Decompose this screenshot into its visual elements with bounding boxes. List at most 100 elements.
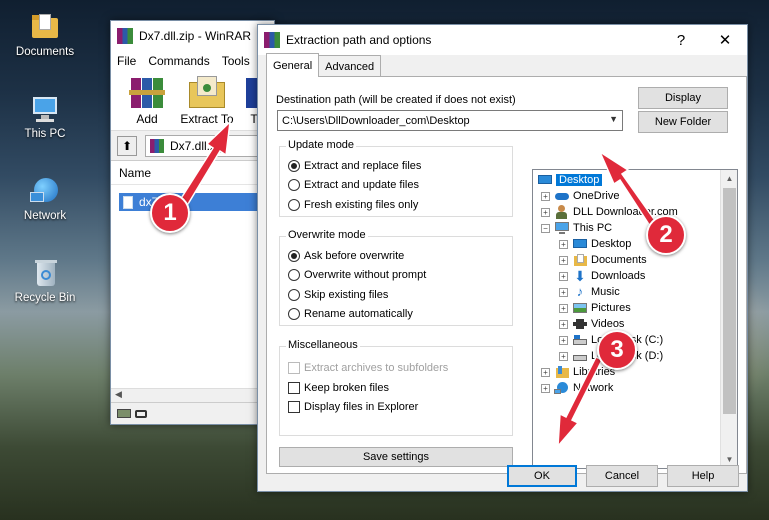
menu-file[interactable]: File xyxy=(117,54,136,68)
tree-item-music[interactable]: + ♪ Music xyxy=(559,284,620,300)
scroll-thumb[interactable] xyxy=(723,188,736,414)
checkbox-display-explorer[interactable]: Display files in Explorer xyxy=(288,399,418,415)
key-icon xyxy=(135,409,147,418)
folder-tree[interactable]: Desktop + OneDrive + DLL Downloader.com … xyxy=(532,169,738,469)
music-note-icon: ♪ xyxy=(576,284,584,299)
dialog-tabs: General Advanced xyxy=(266,53,382,77)
folder-icon xyxy=(30,12,60,42)
desktop-icon-documents[interactable]: Documents xyxy=(6,12,84,58)
help-button[interactable]: Help xyxy=(667,465,739,487)
tree-item-downloads[interactable]: + ⬇ Downloads xyxy=(559,268,645,284)
dialog-titlebar[interactable]: Extraction path and options ? ✕ xyxy=(258,25,747,55)
desktop-icon xyxy=(572,237,588,251)
radio-rename-auto[interactable]: Rename automatically xyxy=(288,306,413,322)
file-icon xyxy=(123,195,133,209)
help-title-button[interactable]: ? xyxy=(659,25,703,55)
chevron-down-icon: ▼ xyxy=(609,114,618,124)
radio-ask-before[interactable]: Ask before overwrite xyxy=(288,248,404,264)
option-label: Extract and replace files xyxy=(304,160,422,172)
tree-item-desktop-root[interactable]: Desktop xyxy=(537,172,603,188)
up-folder-button[interactable]: ⬆ xyxy=(117,135,137,156)
tree-item-libraries[interactable]: + Libraries xyxy=(541,364,615,380)
radio-indicator xyxy=(288,289,300,301)
film-icon xyxy=(572,317,588,331)
update-mode-title: Update mode xyxy=(286,139,357,151)
radio-extract-update[interactable]: Extract and update files xyxy=(288,177,419,193)
hard-drive-icon xyxy=(572,349,588,363)
tree-item-network[interactable]: + Network xyxy=(541,380,613,396)
display-button[interactable]: Display xyxy=(638,87,728,109)
tab-general[interactable]: General xyxy=(266,53,320,77)
extract-to-button[interactable]: Extract To xyxy=(175,74,239,130)
checkbox-keep-broken[interactable]: Keep broken files xyxy=(288,380,389,396)
add-label: Add xyxy=(136,112,158,126)
option-label: Ask before overwrite xyxy=(304,250,405,262)
option-label: Keep broken files xyxy=(304,382,389,394)
tree-item-label: Pictures xyxy=(591,302,631,314)
computer-icon xyxy=(30,94,60,124)
drive-icon xyxy=(117,409,131,418)
horizontal-scrollbar[interactable]: ◀ xyxy=(111,388,274,402)
menu-commands[interactable]: Commands xyxy=(148,54,209,68)
desktop-icon xyxy=(537,173,553,187)
step-badge-3: 3 xyxy=(597,330,637,370)
tree-item-this-pc[interactable]: − This PC xyxy=(541,220,612,236)
tree-item-label: Desktop xyxy=(556,174,603,186)
radio-indicator xyxy=(288,250,300,262)
radio-indicator xyxy=(288,269,300,281)
up-arrow-icon: ⬆ xyxy=(121,138,133,153)
download-arrow-icon: ⬇ xyxy=(574,268,586,284)
desktop-icon-network[interactable]: Network xyxy=(6,176,84,222)
checkbox-extract-subfolders[interactable]: Extract archives to subfolders xyxy=(288,360,448,376)
radio-skip-existing[interactable]: Skip existing files xyxy=(288,287,388,303)
desktop-icon-recycle-bin[interactable]: Recycle Bin xyxy=(6,258,84,304)
extraction-dialog: Extraction path and options ? ✕ General … xyxy=(257,24,748,492)
destination-path-combo[interactable]: C:\Users\DllDownloader_com\Desktop ▼ xyxy=(277,110,623,131)
dialog-title: Extraction path and options xyxy=(286,33,432,47)
ok-button[interactable]: OK xyxy=(507,465,577,487)
network-icon xyxy=(30,176,60,206)
menu-tools[interactable]: Tools xyxy=(222,54,250,68)
column-header-name[interactable]: Name xyxy=(111,161,274,185)
zip-icon xyxy=(150,138,164,153)
close-icon: ✕ xyxy=(718,32,732,49)
radio-overwrite-without[interactable]: Overwrite without prompt xyxy=(288,267,426,283)
radio-extract-replace[interactable]: Extract and replace files xyxy=(288,158,421,174)
expand-icon: + xyxy=(559,351,568,361)
overwrite-mode-title: Overwrite mode xyxy=(286,229,368,241)
scroll-up-icon[interactable]: ▲ xyxy=(721,170,737,187)
radio-indicator xyxy=(288,308,300,320)
tab-advanced[interactable]: Advanced xyxy=(318,55,382,77)
tree-item-label: OneDrive xyxy=(573,190,620,202)
winrar-toolbar: Add Extract To T xyxy=(111,71,274,131)
tree-vertical-scrollbar[interactable]: ▲ ▼ xyxy=(720,170,737,468)
expand-icon: + xyxy=(541,367,550,377)
radio-indicator xyxy=(288,179,300,191)
libraries-icon xyxy=(554,365,570,379)
expand-icon: + xyxy=(559,239,568,249)
tree-item-label: Documents xyxy=(591,254,647,266)
radio-fresh-existing[interactable]: Fresh existing files only xyxy=(288,197,418,213)
checkbox-indicator xyxy=(288,382,300,394)
archive-path-field[interactable]: Dx7.dll.zip xyxy=(145,134,265,157)
option-label: Fresh existing files only xyxy=(304,199,419,211)
archive-path-text: Dx7.dll.zip xyxy=(170,138,226,153)
save-settings-button[interactable]: Save settings xyxy=(279,447,513,467)
tree-item-pictures[interactable]: + Pictures xyxy=(559,300,631,316)
expand-icon: + xyxy=(559,319,568,329)
winrar-statusbar xyxy=(111,402,274,424)
new-folder-button[interactable]: New Folder xyxy=(638,111,728,133)
radio-indicator xyxy=(288,160,300,172)
desktop-icon-label: Network xyxy=(23,210,67,222)
winrar-app-icon xyxy=(117,28,133,44)
tree-item-documents[interactable]: + Documents xyxy=(559,252,647,268)
tree-item-onedrive[interactable]: + OneDrive xyxy=(541,188,619,204)
cancel-button[interactable]: Cancel xyxy=(586,465,658,487)
extract-folder-icon xyxy=(187,74,227,110)
add-button[interactable]: Add xyxy=(119,74,175,130)
close-button[interactable]: ✕ xyxy=(703,25,747,55)
option-label: Rename automatically xyxy=(304,308,413,320)
tree-item-desktop[interactable]: + Desktop xyxy=(559,236,631,252)
winrar-titlebar[interactable]: Dx7.dll.zip - WinRAR xyxy=(111,21,274,51)
desktop-icon-this-pc[interactable]: This PC xyxy=(6,94,84,140)
